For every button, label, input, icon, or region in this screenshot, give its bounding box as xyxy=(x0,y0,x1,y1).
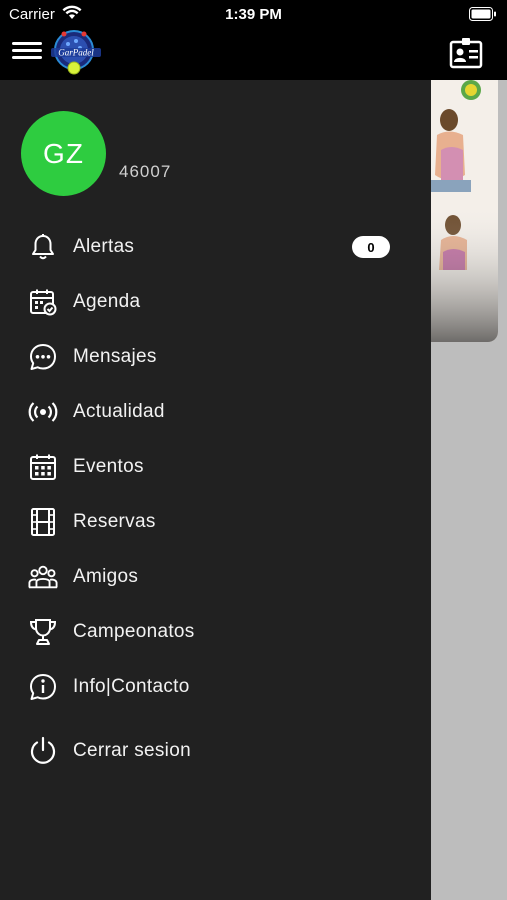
menu-item-agenda[interactable]: Agenda xyxy=(0,280,431,324)
svg-text:GarPadel: GarPadel xyxy=(58,48,94,58)
menu-item-reservas[interactable]: Reservas xyxy=(0,500,431,544)
menu-item-info-contacto[interactable]: Info|Contacto xyxy=(0,665,431,709)
avatar-initials: GZ xyxy=(43,137,84,169)
power-icon xyxy=(28,736,58,766)
chat-icon xyxy=(28,342,58,372)
clock: 1:39 PM xyxy=(225,6,282,23)
menu-label-actualidad: Actualidad xyxy=(73,401,165,422)
menu-icon[interactable] xyxy=(12,38,42,62)
calendar-grid-icon xyxy=(28,452,58,482)
user-code: 46007 xyxy=(119,162,172,181)
side-drawer: GZ 46007 Alertas 0 Agenda Mensajes Actua… xyxy=(0,80,431,900)
menu-item-campeonatos[interactable]: Campeonatos xyxy=(0,610,431,654)
menu-item-mensajes[interactable]: Mensajes xyxy=(0,335,431,379)
battery-icon xyxy=(469,7,497,26)
exercise-image xyxy=(431,80,498,342)
group-icon xyxy=(28,562,58,592)
menu-label-campeonatos: Campeonatos xyxy=(73,621,195,642)
menu-label-alertas: Alertas xyxy=(73,236,135,257)
top-navigation-bar: GarPadel xyxy=(0,28,507,80)
contact-card-icon[interactable] xyxy=(449,36,483,70)
menu-label-eventos: Eventos xyxy=(73,456,144,477)
menu-label-amigos: Amigos xyxy=(73,566,139,587)
broadcast-icon xyxy=(28,397,58,427)
menu-item-eventos[interactable]: Eventos xyxy=(0,445,431,489)
trophy-icon xyxy=(28,617,58,647)
menu-item-alertas[interactable]: Alertas 0 xyxy=(0,225,431,269)
app-logo: GarPadel xyxy=(48,28,104,76)
menu-item-cerrar-sesion[interactable]: Cerrar sesion xyxy=(0,729,431,773)
info-icon xyxy=(28,672,58,702)
menu-label-cerrar-sesion: Cerrar sesion xyxy=(73,740,191,761)
calendar-check-icon xyxy=(28,287,58,317)
menu-label-reservas: Reservas xyxy=(73,511,156,532)
menu-item-actualidad[interactable]: Actualidad xyxy=(0,390,431,434)
menu-label-agenda: Agenda xyxy=(73,291,141,312)
menu-label-info-contacto: Info|Contacto xyxy=(73,676,190,697)
avatar[interactable]: GZ xyxy=(21,111,106,196)
menu-item-amigos[interactable]: Amigos xyxy=(0,555,431,599)
bell-icon xyxy=(28,232,58,262)
status-bar: Carrier 1:39 PM xyxy=(0,0,507,28)
alerts-count-badge: 0 xyxy=(352,236,390,258)
film-icon xyxy=(28,507,58,537)
menu-label-mensajes: Mensajes xyxy=(73,346,157,367)
